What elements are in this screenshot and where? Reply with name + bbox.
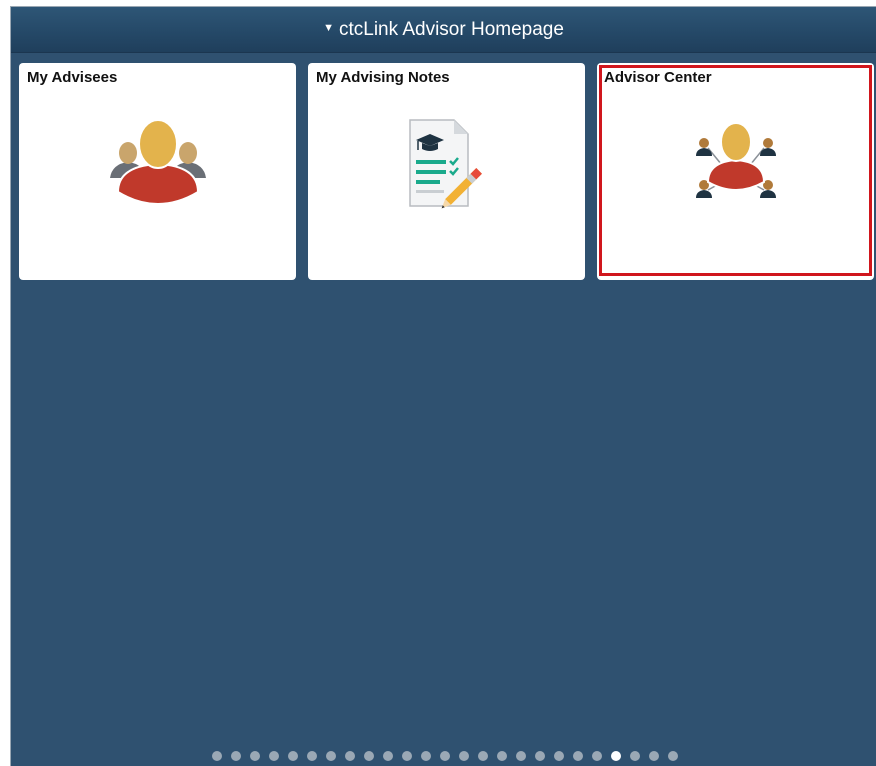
page-dot[interactable]: [364, 751, 374, 761]
page-indicator: [11, 751, 876, 761]
homepage-frame: ▼ ctcLink Advisor Homepage My Advisees M…: [10, 6, 876, 766]
page-dot[interactable]: [269, 751, 279, 761]
page-dot[interactable]: [402, 751, 412, 761]
page-dot[interactable]: [345, 751, 355, 761]
homepage-header[interactable]: ▼ ctcLink Advisor Homepage: [11, 7, 876, 53]
page-dot[interactable]: [554, 751, 564, 761]
page-dot[interactable]: [668, 751, 678, 761]
tile-title: Advisor Center: [604, 69, 712, 86]
page-dot[interactable]: [307, 751, 317, 761]
page-dot[interactable]: [250, 751, 260, 761]
page-dot[interactable]: [231, 751, 241, 761]
page-dot[interactable]: [649, 751, 659, 761]
page-dot[interactable]: [497, 751, 507, 761]
page-dot[interactable]: [288, 751, 298, 761]
page-dot[interactable]: [592, 751, 602, 761]
page-dot[interactable]: [630, 751, 640, 761]
tile-advisor-center[interactable]: Advisor Center: [597, 63, 874, 280]
page-dot[interactable]: [459, 751, 469, 761]
tile-title: My Advising Notes: [316, 69, 450, 86]
page-dot[interactable]: [421, 751, 431, 761]
page-dot[interactable]: [440, 751, 450, 761]
tile-my-advisees[interactable]: My Advisees: [19, 63, 296, 280]
page-dot[interactable]: [212, 751, 222, 761]
collapse-triangle-icon[interactable]: ▼: [323, 22, 334, 34]
page-dot[interactable]: [326, 751, 336, 761]
page-dot[interactable]: [535, 751, 545, 761]
page-dot[interactable]: [383, 751, 393, 761]
tile-my-advising-notes[interactable]: My Advising Notes: [308, 63, 585, 280]
page-title: ctcLink Advisor Homepage: [338, 18, 564, 40]
advisees-icon: [19, 108, 296, 218]
page-dot[interactable]: [611, 751, 621, 761]
tile-title: My Advisees: [27, 69, 118, 86]
advisor-center-icon: [597, 108, 874, 218]
page-dot[interactable]: [573, 751, 583, 761]
advising-notes-icon: [308, 108, 585, 218]
page-dot[interactable]: [516, 751, 526, 761]
page-dot[interactable]: [478, 751, 488, 761]
